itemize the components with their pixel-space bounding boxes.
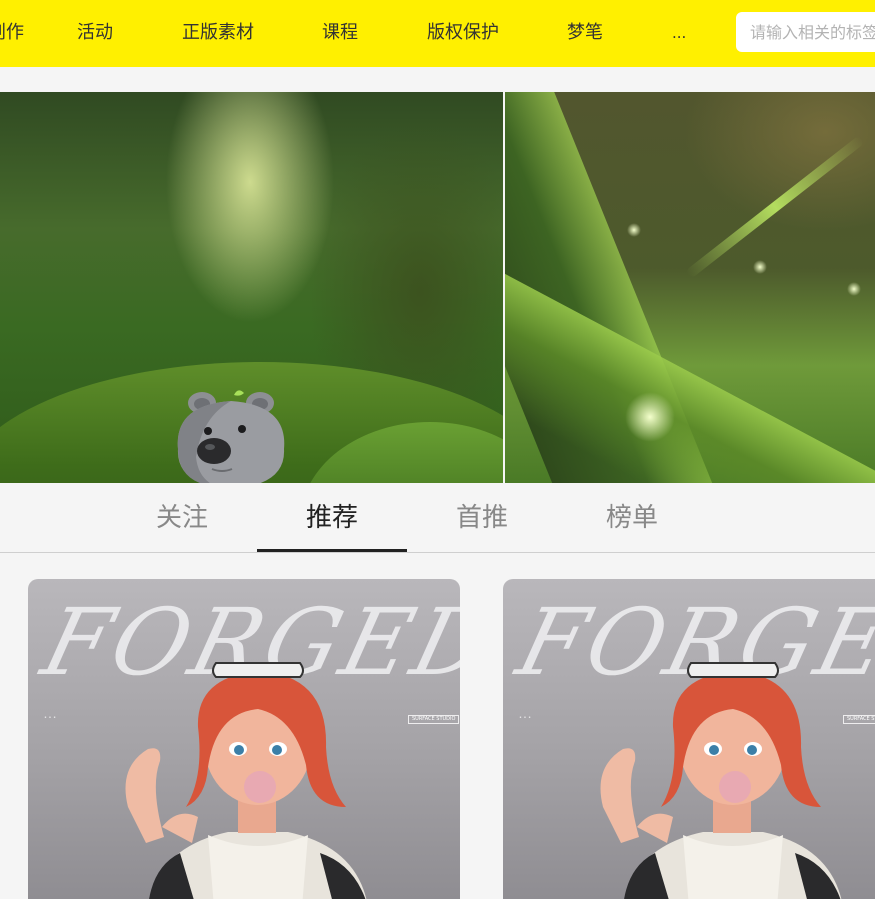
girl-with-bubblegum-icon: [600, 662, 842, 899]
search-input[interactable]: [750, 12, 875, 52]
card-caption: • • •: [44, 715, 57, 721]
tab-recommended[interactable]: 推荐: [257, 500, 407, 536]
tabs-divider: [0, 552, 875, 553]
card-badge: SURFACE STUDIO: [408, 715, 460, 724]
banner-right-image[interactable]: [505, 92, 875, 483]
firefly-glow: [627, 223, 641, 237]
nav-item-create[interactable]: 创作: [0, 20, 24, 46]
card-caption: • • •: [519, 715, 532, 721]
artwork-card[interactable]: FORGED • • • SURFACE STUDIO: [28, 579, 460, 899]
nav-item-mengbi[interactable]: 梦笔: [567, 20, 603, 46]
search-box[interactable]: [736, 12, 875, 52]
top-nav-bar: 创作 活动 正版素材 课程 版权保护 梦笔 ...: [0, 0, 875, 67]
nav-more-button[interactable]: ...: [672, 20, 686, 46]
card-badge: SURFACE STUDIO: [843, 715, 875, 724]
nav-item-activity[interactable]: 活动: [77, 20, 113, 46]
moss-streak: [685, 135, 865, 279]
firefly-glow: [847, 282, 861, 296]
nav-item-licensed-assets[interactable]: 正版素材: [182, 20, 254, 46]
banner-left-image[interactable]: [0, 92, 503, 483]
firefly-glow-large: [625, 392, 675, 442]
tab-follow[interactable]: 关注: [107, 500, 257, 536]
nav-item-copyright[interactable]: 版权保护: [427, 20, 499, 46]
tab-rankings[interactable]: 榜单: [557, 500, 707, 536]
firefly-glow: [753, 260, 767, 274]
nav-item-courses[interactable]: 课程: [322, 20, 358, 46]
bear-figure-icon: [177, 390, 285, 483]
girl-with-bubblegum-icon: [125, 662, 367, 899]
artwork-card[interactable]: FORGED • • • SURFACE STUDIO: [503, 579, 875, 899]
tab-featured[interactable]: 首推: [407, 500, 557, 536]
